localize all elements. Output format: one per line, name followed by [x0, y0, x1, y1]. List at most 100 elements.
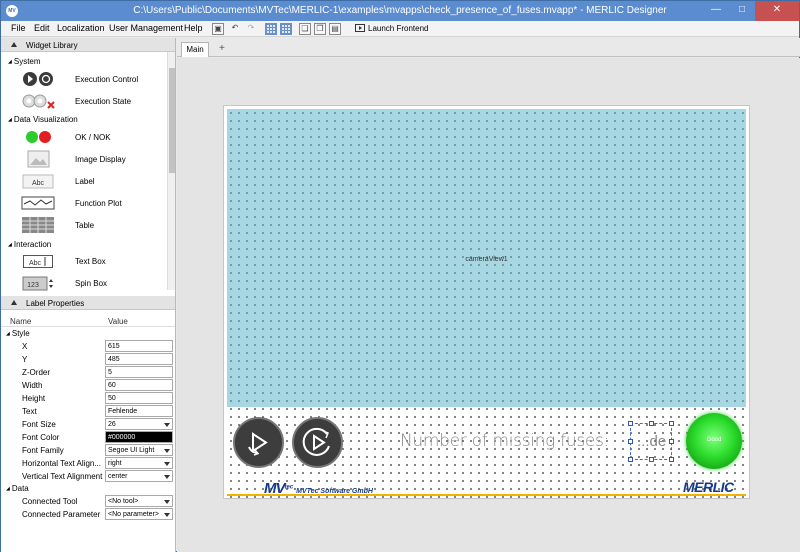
- chevron-down-icon: [164, 462, 170, 466]
- save-icon[interactable]: ▣: [212, 23, 224, 35]
- prop-x: X 615: [1, 340, 175, 353]
- image-display-icon: [27, 150, 50, 168]
- prop-value-select[interactable]: <No tool>: [105, 495, 173, 507]
- resize-handle[interactable]: [669, 457, 674, 462]
- menu-file[interactable]: File: [11, 23, 26, 33]
- resize-handle[interactable]: [649, 421, 654, 426]
- prop-value-color[interactable]: #000000: [105, 431, 173, 443]
- widget-spin-box[interactable]: 123 Spin Box: [21, 273, 166, 293]
- minimize-icon[interactable]: —: [703, 1, 729, 21]
- spin-box-icon: 123: [22, 276, 53, 291]
- widget-label-item[interactable]: Abc Label: [21, 171, 166, 191]
- col-name: Name: [10, 317, 32, 326]
- properties-column-header: Name Value: [1, 315, 175, 327]
- camera-view-label: cameraView1: [465, 256, 508, 263]
- prop-value-input[interactable]: 50: [105, 392, 173, 404]
- copy-icon[interactable]: ❏: [299, 23, 311, 35]
- widget-label: Execution Control: [75, 75, 139, 84]
- snap-grid-icon[interactable]: [280, 23, 292, 35]
- category-interaction[interactable]: Interaction: [8, 240, 51, 249]
- prop-value-select[interactable]: 26: [105, 418, 173, 430]
- prop-font-size: Font Size 26: [1, 418, 175, 431]
- camera-view-widget[interactable]: cameraView1: [227, 109, 746, 407]
- prop-value-select[interactable]: center: [105, 470, 173, 482]
- resize-handle[interactable]: [669, 421, 674, 426]
- widget-table[interactable]: Table: [21, 215, 166, 235]
- resize-handle[interactable]: [628, 439, 633, 444]
- prop-name: Y: [22, 355, 28, 364]
- resize-handle[interactable]: [628, 457, 633, 462]
- category-data-visualization[interactable]: Data Visualization: [8, 115, 78, 124]
- resize-handle[interactable]: [628, 421, 633, 426]
- clipboard-icon[interactable]: ▤: [329, 23, 341, 35]
- prop-value: <No tool>: [108, 498, 139, 505]
- undo-icon[interactable]: ↶: [229, 23, 241, 35]
- widget-execution-state[interactable]: Execution State: [21, 91, 166, 111]
- widget-label: Text Box: [75, 257, 106, 266]
- prop-name: Connected Tool: [22, 497, 78, 506]
- prop-value-input[interactable]: Fehlende: [105, 405, 173, 417]
- menu-localization[interactable]: Localization: [57, 23, 105, 33]
- widget-library-scrollbar[interactable]: [167, 52, 175, 290]
- left-panel: Widget Library System Execution Control …: [1, 38, 176, 552]
- collapse-icon: [11, 42, 17, 47]
- tab-main[interactable]: Main: [181, 42, 209, 57]
- widget-library-title: Widget Library: [26, 41, 78, 50]
- widget-text-box[interactable]: Abc Text Box: [21, 251, 166, 271]
- prop-name: Text: [22, 407, 37, 416]
- title-bar: MV C:\Users\Public\Documents\MVTec\MERLI…: [1, 1, 799, 21]
- chevron-down-icon: [164, 513, 170, 517]
- mvtec-brand: MVTec Software GmbH: [296, 488, 373, 495]
- add-tab-button[interactable]: +: [219, 43, 225, 54]
- prop-name: Width: [22, 381, 43, 390]
- run-continuous-button[interactable]: [292, 417, 343, 468]
- prop-value-select[interactable]: Segoe UI Light: [105, 444, 173, 456]
- prop-value-input[interactable]: 615: [105, 340, 173, 352]
- paste-icon[interactable]: ❐: [314, 23, 326, 35]
- menu-help[interactable]: Help: [184, 23, 203, 33]
- resize-handle[interactable]: [649, 457, 654, 462]
- widget-image-display[interactable]: Image Display: [21, 149, 166, 169]
- prop-value-input[interactable]: 60: [105, 379, 173, 391]
- design-surface[interactable]: cameraView1 Number of missing fuses: ...…: [223, 105, 750, 499]
- window-title: C:\Users\Public\Documents\MVTec\MERLIC-1…: [133, 5, 667, 16]
- group-data[interactable]: Data: [6, 484, 29, 493]
- spin-box-icon-text: 123: [27, 282, 39, 289]
- label-properties-title: Label Properties: [26, 299, 85, 308]
- widget-ok-nok[interactable]: OK / NOK: [21, 127, 166, 147]
- launch-frontend-button[interactable]: Launch Frontend: [355, 24, 429, 33]
- redo-icon[interactable]: ↷: [245, 23, 257, 35]
- prop-value-select[interactable]: right: [105, 457, 173, 469]
- prop-name: Font Color: [22, 433, 60, 442]
- prop-value-select[interactable]: <No parameter>: [105, 508, 173, 520]
- good-status-indicator[interactable]: Good: [686, 413, 742, 469]
- prop-vertical-align: Vertical Text Alignment center: [1, 470, 175, 483]
- run-once-button[interactable]: [233, 417, 284, 468]
- resize-handle[interactable]: [669, 439, 674, 444]
- selected-label-widget[interactable]: ...de: [628, 421, 674, 462]
- prop-value-input[interactable]: 485: [105, 353, 173, 365]
- prop-font-family: Font Family Segoe UI Light: [1, 444, 175, 457]
- missing-fuses-label[interactable]: Number of missing fuses:: [400, 431, 609, 451]
- category-system[interactable]: System: [8, 57, 41, 66]
- group-style[interactable]: Style: [6, 329, 30, 338]
- show-grid-icon[interactable]: [265, 23, 277, 35]
- execution-control-icon: [23, 72, 53, 86]
- widget-execution-control[interactable]: Execution Control: [21, 69, 166, 89]
- chevron-down-icon: [164, 449, 170, 453]
- table-icon: [22, 217, 54, 233]
- scroll-thumb[interactable]: [169, 68, 175, 173]
- widget-function-plot[interactable]: Function Plot: [21, 193, 166, 213]
- maximize-icon[interactable]: □: [729, 1, 755, 21]
- prop-name: Font Size: [22, 420, 56, 429]
- menu-user-management[interactable]: User Management: [109, 23, 183, 33]
- prop-text: Text Fehlende: [1, 405, 175, 418]
- label-properties-header[interactable]: Label Properties: [1, 296, 175, 310]
- widget-library-header[interactable]: Widget Library: [1, 38, 175, 52]
- menu-edit[interactable]: Edit: [34, 23, 50, 33]
- widget-label: Spin Box: [75, 279, 108, 288]
- widget-label: Execution State: [75, 97, 132, 106]
- prop-name: Z-Order: [22, 368, 50, 377]
- prop-value-input[interactable]: 5: [105, 366, 173, 378]
- close-icon[interactable]: ✕: [755, 1, 799, 21]
